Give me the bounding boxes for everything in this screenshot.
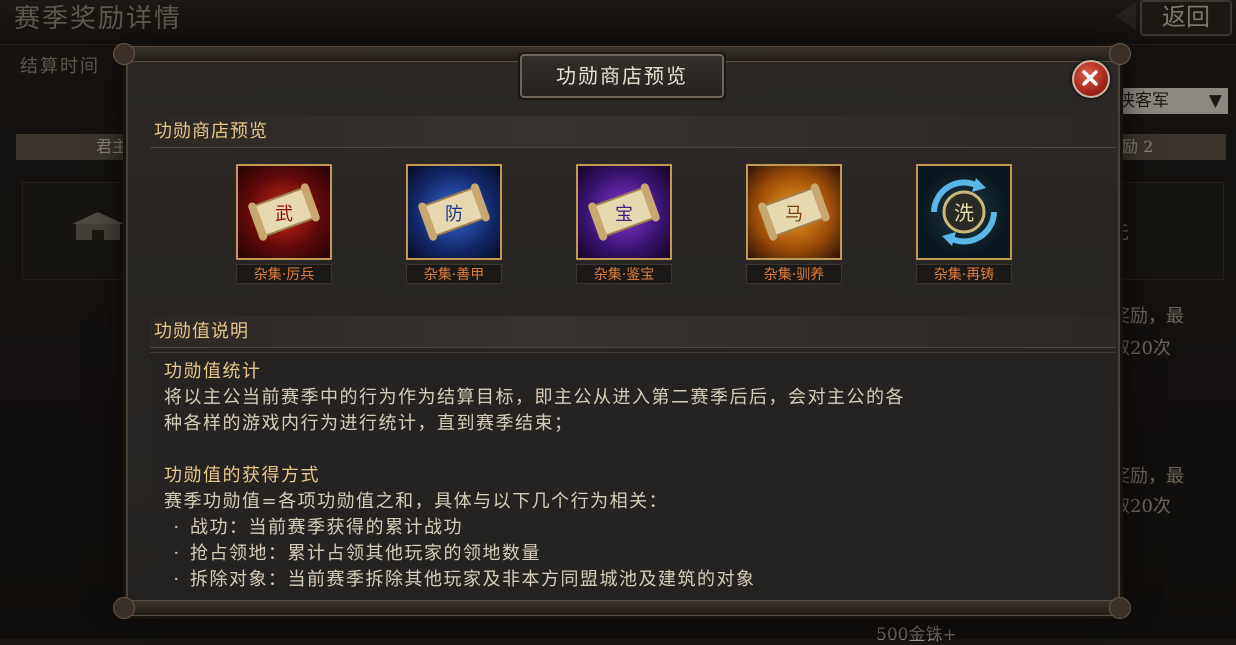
modal-bottom-rail xyxy=(113,597,1131,619)
item-label: 杂集·善甲 xyxy=(406,264,502,284)
close-icon xyxy=(1082,70,1098,86)
gain-heading: 功勋值的获得方式 xyxy=(164,465,320,486)
svg-text:武: 武 xyxy=(275,204,293,225)
close-button[interactable] xyxy=(1072,60,1110,98)
stat-heading: 功勋值统计 xyxy=(164,361,262,382)
item-icon-frame: 防 xyxy=(406,164,502,260)
item-label: 杂集·驯养 xyxy=(746,264,842,284)
list-item: · 拆除对象：当前赛季拆除其他玩家及非本方同盟城池及建筑的对象 xyxy=(164,567,1084,587)
reforge-icon: 洗 xyxy=(931,178,997,246)
stat-line-2: 种各样的游戏内行为进行统计，直到赛季结束； xyxy=(164,413,574,434)
shop-item[interactable]: 防 杂集·善甲 xyxy=(404,164,504,284)
svg-text:宝: 宝 xyxy=(615,204,633,225)
bullet-dot-icon: · xyxy=(173,569,181,587)
item-icon-frame: 洗 xyxy=(916,164,1012,260)
scroll-icon: 防 xyxy=(418,183,490,241)
item-icon-frame: 宝 xyxy=(576,164,672,260)
shop-item[interactable]: 洗 杂集·再铸 xyxy=(914,164,1014,284)
scroll-icon: 马 xyxy=(758,183,830,241)
shop-items-row: 武 杂集·厉兵 防 杂集·善甲 宝 杂集·鉴宝 马 杂集·驯养 洗 杂集·再铸 xyxy=(150,158,1116,308)
bullet-text: 拆除对象：当前赛季拆除其他玩家及非本方同盟城池及建筑的对象 xyxy=(190,569,756,587)
stat-line-1: 将以主公当前赛季中的行为作为结算目标，即主公从进入第二赛季后后，会对主公的各 xyxy=(164,387,905,408)
modal-title: 功勋商店预览 xyxy=(520,54,724,98)
rail-ornament-icon xyxy=(113,597,135,619)
scroll-icon: 宝 xyxy=(588,183,660,241)
shop-item[interactable]: 马 杂集·驯养 xyxy=(744,164,844,284)
desc-section-title: 功勋值说明 xyxy=(150,316,1116,348)
svg-text:马: 马 xyxy=(785,204,803,225)
rail-ornament-icon xyxy=(1109,43,1131,65)
svg-text:防: 防 xyxy=(445,204,463,225)
rail-ornament-icon xyxy=(113,43,135,65)
bullet-text: 战功：当前赛季获得的累计战功 xyxy=(190,517,463,538)
bullet-text: 抢占领地：累计占领其他玩家的领地数量 xyxy=(190,543,541,564)
scroll-icon: 武 xyxy=(248,183,320,241)
description-content: 功勋值统计 将以主公当前赛季中的行为作为结算目标，即主公从进入第二赛季后后，会对… xyxy=(164,359,1084,587)
shop-item[interactable]: 宝 杂集·鉴宝 xyxy=(574,164,674,284)
list-item: · 抢占领地：累计占领其他玩家的领地数量 xyxy=(164,541,1084,567)
shop-section-title: 功勋商店预览 xyxy=(150,116,1116,148)
shop-item[interactable]: 武 杂集·厉兵 xyxy=(234,164,334,284)
bullet-dot-icon: · xyxy=(173,517,181,538)
item-label: 杂集·厉兵 xyxy=(236,264,332,284)
svg-text:洗: 洗 xyxy=(954,201,974,225)
rail-ornament-icon xyxy=(1109,597,1131,619)
list-item: · 战功：当前赛季获得的累计战功 xyxy=(164,515,1084,541)
item-icon-frame: 武 xyxy=(236,164,332,260)
item-label: 杂集·再铸 xyxy=(916,264,1012,284)
item-icon-frame: 马 xyxy=(746,164,842,260)
description-scroll-area[interactable]: 功勋值统计 将以主公当前赛季中的行为作为结算目标，即主公从进入第二赛季后后，会对… xyxy=(150,352,1116,587)
item-label: 杂集·鉴宝 xyxy=(576,264,672,284)
bullet-dot-icon: · xyxy=(173,543,181,564)
gain-intro: 赛季功勋值=各项功勋值之和，具体与以下几个行为相关： xyxy=(164,491,669,512)
